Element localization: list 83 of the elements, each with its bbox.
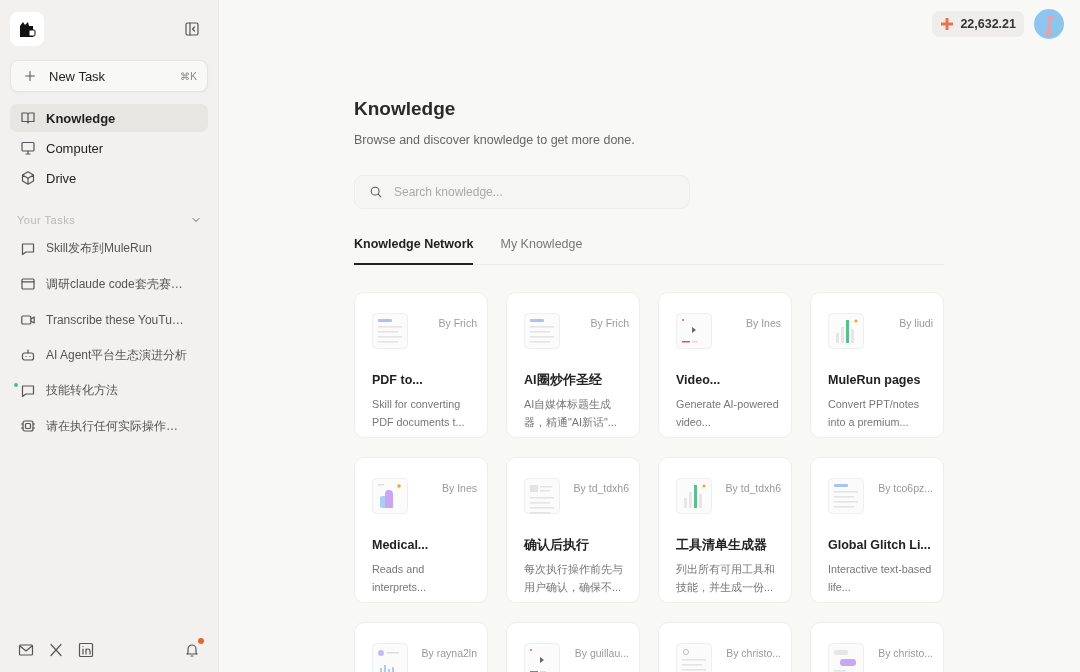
tab[interactable]: Knowledge Network [354,237,474,265]
chat-icon [20,382,36,399]
thumbnail-icon [372,313,408,349]
task-item[interactable]: 技能转化方法 [10,376,208,406]
card-description: Reads and interprets... [372,562,427,595]
new-task-button[interactable]: New Task ⌘K [10,60,208,92]
search-field[interactable]: Search knowledge... [392,184,675,200]
task-item[interactable]: Transcribe these YouTu… [10,305,208,335]
mail-icon [18,642,34,658]
card-description: AI自媒体标题生成器，精通"AI新话"... [524,397,618,430]
knowledge-card[interactable]: By td_tdxh6 确认后执行 每次执行操作前先与用户确认，确保不... [506,457,640,603]
card-title: 确认后执行 [524,537,590,554]
nav-item[interactable]: Drive [10,164,208,192]
card-description: Skill for converting PDF documents t... [372,397,466,430]
page-subtitle: Browse and discover knowledge to get more done. [354,133,636,147]
author-label: By christo... [726,647,781,659]
author-label: By Ines [441,482,477,494]
task-item[interactable]: 调研claude code套壳赛… [10,269,208,299]
knowledge-card[interactable]: By tco6pz... Global Glitch Li... Interactive text-based life... [810,457,944,603]
plus-icon [23,69,37,83]
tab[interactable]: My Knowledge [500,237,583,265]
author-label: By guillau... [574,647,629,659]
thumbnail-icon [828,478,864,514]
linkedin-icon [78,642,94,658]
thumbnail-icon [828,643,864,672]
sidebar-icon [184,21,200,37]
card-title: Medical... [372,537,430,554]
card-title: Global Glitch Li... [828,537,932,554]
thumbnail-icon [524,643,560,672]
author-label: By td_tdxh6 [573,482,629,494]
author-label: By Ines [745,317,781,329]
thumbnail-icon [372,478,408,514]
nav-item[interactable]: Knowledge [10,104,208,132]
card-description: Interactive text-based life... [828,562,933,595]
knowledge-card[interactable]: By Ines Medical... Reads and interprets... [354,457,488,603]
thumbnail-icon [524,313,560,349]
thumbnail-icon [676,643,712,672]
thumbnail-icon [676,313,712,349]
card-description: Convert PPT/notes into a premium... [828,397,921,430]
card-title: MuleRun pages [828,372,922,389]
monitor-icon [20,140,36,156]
robot-icon [20,347,36,364]
author-label: By liudi [899,317,933,329]
task-item[interactable]: Skill发布到MuleRun [10,234,208,264]
author-label: By Frich [438,317,477,329]
shortcut-hint: ⌘K [180,70,197,82]
search-icon [369,185,383,199]
thumbnail-icon [372,643,408,672]
card-title: Video... [676,372,722,389]
author-label: By tco6pz... [878,482,933,494]
knowledge-card[interactable]: By Frich PDF to... Skill for converting PDF documents t... [354,292,488,438]
author-label: By christo... [878,647,933,659]
logo-icon[interactable] [10,12,44,46]
card-title: AI圈炒作圣经 [524,372,603,389]
author-label: By Frich [590,317,629,329]
page-title: Knowledge [354,98,457,120]
plus-icon [940,17,955,31]
bell-icon [184,642,200,658]
card-title: PDF to... [372,372,424,389]
knowledge-card[interactable]: By Ines Video... Generate AI-powered video... [658,292,792,438]
window-icon [20,276,36,293]
task-item[interactable]: 请在执行任何实际操作… [10,411,208,441]
task-item[interactable]: AI Agent平台生态演进分析 [10,340,208,370]
author-label: By td_tdxh6 [725,482,781,494]
credits-badge[interactable]: 22,632.21 [932,11,1024,37]
card-description: 列出所有可用工具和技能，并生成一份... [676,562,776,595]
author-label: By rayna2ln [421,647,477,659]
cube-icon [20,170,36,186]
thumbnail-icon [524,478,560,514]
search-box[interactable]: Search knowledge... [354,175,690,209]
book-icon [20,110,36,126]
card-description: 每次执行操作前先与用户确认，确保不... [524,562,624,595]
thumbnail-icon [828,313,864,349]
knowledge-card[interactable]: By td_tdxh6 工具清单生成器 列出所有可用工具和技能，并生成一份... [658,457,792,603]
chat-icon [20,240,36,257]
nav-item[interactable]: Computer [10,134,208,162]
knowledge-card[interactable]: By liudi MuleRun pages Convert PPT/notes into a premium... [810,292,944,438]
chip-icon [20,418,36,435]
knowledge-card[interactable]: By Frich AI圈炒作圣经 AI自媒体标题生成器，精通"AI新话"... [506,292,640,438]
x-icon [48,642,64,658]
thumbnail-icon [676,478,712,514]
card-description: Generate AI-powered video... [676,397,780,430]
card-title: 工具清单生成器 [676,537,768,554]
